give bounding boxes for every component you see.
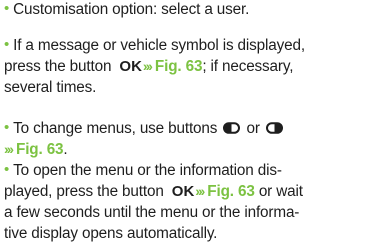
rounded-left-button-icon [223,122,241,134]
reference-arrows-icon: ››› [4,141,14,157]
instruction-2-line-2-text: press the button [4,58,112,75]
instruction-3: • To change menus, use buttons or ››› Fig.… [4,118,366,160]
instruction-4-line-3-text: a few seconds until the menu or the info… [4,204,300,221]
reference-arrows-icon: ››› [142,58,153,74]
instruction-4-line-4-text: tive display opens automatically. [4,225,218,242]
ok-button-label: OK [119,58,142,75]
rounded-right-button-icon [265,122,283,134]
instruction-4-line-3: a few seconds until the menu or the info… [4,202,366,223]
instruction-4: • To open the menu or the information dis… [4,160,366,244]
instruction-3-text: To change menus, use buttons [13,120,218,137]
instruction-4-line-4: tive display opens automatically. [4,223,366,244]
instruction-3-line-1: • To change menus, use buttons or [4,118,366,139]
instruction-3-line-2: ››› Fig. 63. [4,139,366,160]
instruction-2: • If a message or vehicle symbol is displ… [4,35,366,98]
figure-reference-link[interactable]: Fig. 63 [207,183,255,200]
instruction-2-line-2: press the button OK››› Fig. 63; if necess… [4,56,366,77]
instruction-4-line-1: • To open the menu or the information dis… [4,160,366,181]
instruction-4-line-2-text: played, press the button [4,183,164,200]
instruction-4-line-2-tail: or wait [258,183,303,200]
instruction-1: • Customisation option: select a user. [4,0,366,20]
instruction-2-line-3: several times. [4,77,366,98]
instruction-2-line-1-text: If a message or vehicle symbol is displa… [13,37,305,54]
instruction-3-or: or [246,120,260,137]
instruction-2-line-2-tail: ; if necessary, [202,58,294,75]
bullet-icon: • [4,0,10,17]
bullet-icon: • [4,161,10,178]
instruction-1-text: Customisation option: select a user. [13,1,250,18]
reference-arrows-icon: ››› [195,183,205,199]
instruction-2-line-3-text: several times. [4,79,97,96]
bullet-icon: • [4,119,10,136]
instruction-2-line-1: • If a message or vehicle symbol is displ… [4,35,366,56]
ok-button-label: OK [171,183,195,200]
figure-reference-link[interactable]: Fig. 63 [155,58,203,75]
instruction-4-line-2: played, press the button OK››› Fig. 63 or… [4,181,366,202]
figure-reference-link[interactable]: Fig. 63 [16,141,64,158]
bullet-icon: • [4,36,10,53]
instruction-3-end: . [63,141,68,158]
instruction-4-line-1-text: To open the menu or the information dis- [13,162,282,179]
